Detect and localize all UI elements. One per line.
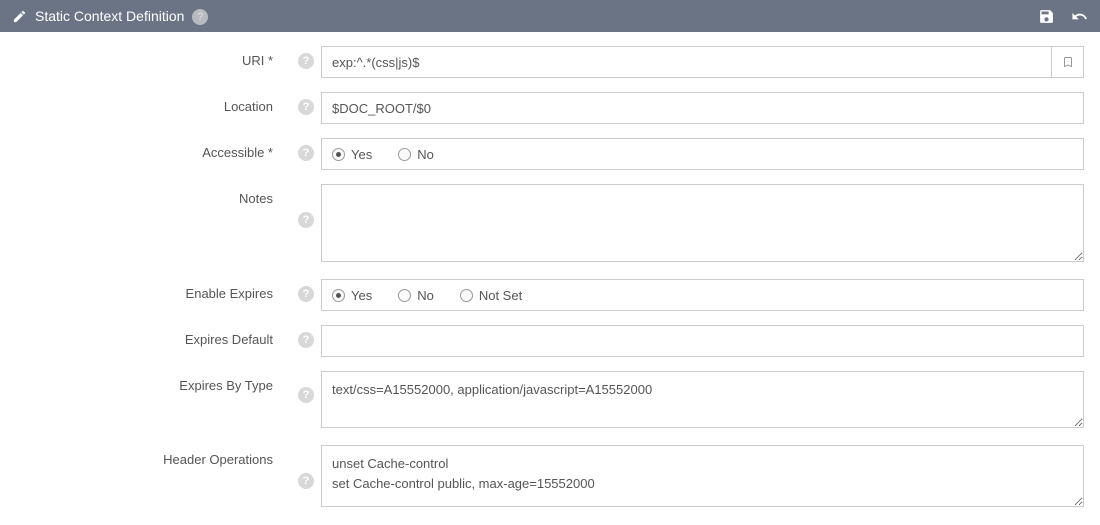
- help-icon[interactable]: ?: [298, 212, 314, 228]
- help-icon[interactable]: ?: [298, 332, 314, 348]
- radio-icon: [398, 289, 411, 302]
- row-enable-expires: Enable Expires ? Yes No Not Set: [6, 279, 1084, 311]
- label-accessible: Accessible *: [6, 138, 291, 160]
- label-location: Location: [6, 92, 291, 114]
- label-header-operations: Header Operations: [6, 445, 291, 467]
- header-operations-textarea[interactable]: unset Cache-control set Cache-control pu…: [321, 445, 1084, 507]
- help-icon[interactable]: ?: [298, 286, 314, 302]
- accessible-no[interactable]: No: [398, 147, 434, 162]
- row-expires-default: Expires Default ?: [6, 325, 1084, 357]
- radio-icon: [332, 148, 345, 161]
- panel-header: Static Context Definition ?: [0, 0, 1100, 32]
- help-icon[interactable]: ?: [298, 473, 314, 489]
- label-enable-expires: Enable Expires: [6, 279, 291, 301]
- accessible-radio-group: Yes No: [321, 138, 1084, 170]
- radio-icon: [332, 289, 345, 302]
- row-header-operations: Header Operations ? unset Cache-control …: [6, 445, 1084, 510]
- help-icon[interactable]: ?: [298, 53, 314, 69]
- radio-icon: [460, 289, 473, 302]
- row-expires-by-type: Expires By Type ? text/css=A15552000, ap…: [6, 371, 1084, 431]
- label-notes: Notes: [6, 184, 291, 206]
- enable-expires-yes[interactable]: Yes: [332, 288, 372, 303]
- expires-by-type-textarea[interactable]: text/css=A15552000, application/javascri…: [321, 371, 1084, 428]
- edit-icon: [12, 9, 27, 24]
- enable-expires-no[interactable]: No: [398, 288, 434, 303]
- location-input[interactable]: [321, 92, 1084, 124]
- help-icon[interactable]: ?: [298, 99, 314, 115]
- uri-addon-icon[interactable]: [1051, 46, 1084, 78]
- help-icon[interactable]: ?: [298, 145, 314, 161]
- label-uri: URI *: [6, 46, 291, 68]
- label-expires-by-type: Expires By Type: [6, 371, 291, 393]
- back-icon[interactable]: [1071, 8, 1088, 25]
- accessible-yes[interactable]: Yes: [332, 147, 372, 162]
- row-uri: URI * ?: [6, 46, 1084, 78]
- enable-expires-notset[interactable]: Not Set: [460, 288, 522, 303]
- expires-default-input[interactable]: [321, 325, 1084, 357]
- row-notes: Notes ?: [6, 184, 1084, 265]
- row-location: Location ?: [6, 92, 1084, 124]
- radio-icon: [398, 148, 411, 161]
- save-icon[interactable]: [1038, 8, 1055, 25]
- help-icon[interactable]: ?: [298, 387, 314, 403]
- label-expires-default: Expires Default: [6, 325, 291, 347]
- form-area: URI * ? Location ? Accessible * ? Yes No: [0, 32, 1100, 524]
- enable-expires-radio-group: Yes No Not Set: [321, 279, 1084, 311]
- row-accessible: Accessible * ? Yes No: [6, 138, 1084, 170]
- notes-textarea[interactable]: [321, 184, 1084, 262]
- uri-input[interactable]: [321, 46, 1051, 78]
- panel-help-icon[interactable]: ?: [192, 8, 208, 25]
- panel-title: Static Context Definition: [35, 8, 184, 24]
